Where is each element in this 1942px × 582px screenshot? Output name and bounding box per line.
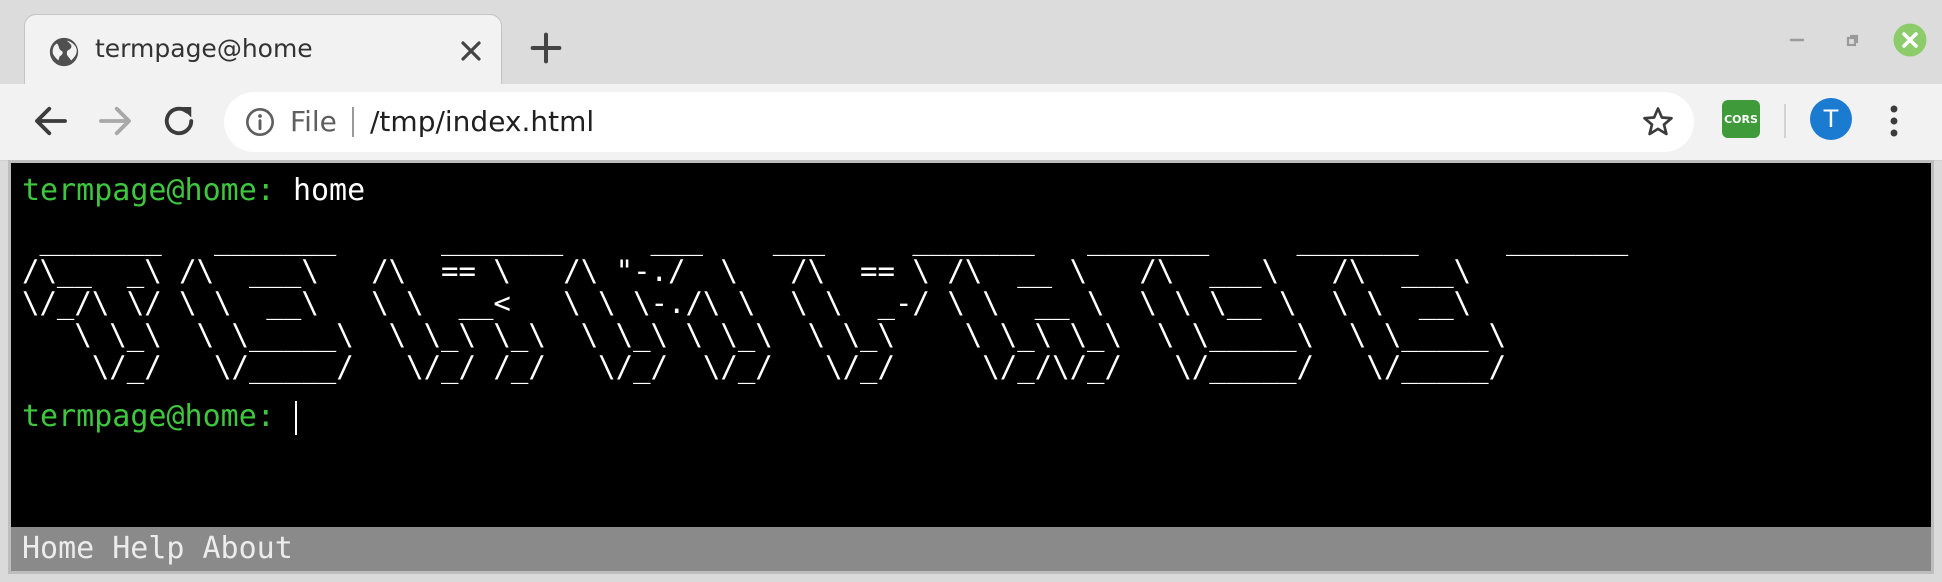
profile-avatar[interactable]: T	[1810, 98, 1852, 140]
close-icon[interactable]	[455, 35, 487, 67]
new-tab-plus-icon[interactable]	[526, 28, 566, 68]
reload-icon[interactable]	[158, 100, 200, 142]
browser-toolbar: File /tmp/index.html CORS T	[0, 84, 1942, 161]
cors-extension-label: CORS	[1724, 112, 1758, 126]
avatar-initial: T	[1823, 105, 1839, 133]
menu-kebab-icon[interactable]	[1876, 100, 1912, 142]
footer-nav: Home Help About	[11, 527, 1931, 571]
restore-icon[interactable]	[1838, 28, 1868, 52]
info-icon[interactable]	[244, 106, 276, 138]
address-bar[interactable]: File /tmp/index.html	[224, 92, 1694, 152]
input-line[interactable]: termpage@home:	[22, 397, 1931, 437]
history-line: termpage@home: home	[22, 171, 1931, 211]
prompt: termpage@home:	[22, 173, 275, 208]
url-text[interactable]: /tmp/index.html	[370, 104, 594, 140]
tab-strip: termpage@home	[0, 0, 1942, 86]
terminal[interactable]: termpage@home: home _______ _______ ____…	[22, 171, 1931, 437]
cors-extension-icon[interactable]: CORS	[1722, 100, 1760, 138]
tab-termpage[interactable]: termpage@home	[24, 14, 502, 86]
address-divider	[352, 107, 354, 137]
forward-arrow-icon[interactable]	[94, 100, 136, 142]
ascii-banner: _______ _______ _______ ___ ___ _______ …	[22, 222, 1629, 384]
tab-title: termpage@home	[95, 34, 313, 63]
bookmark-star-icon[interactable]	[1640, 104, 1676, 140]
back-arrow-icon[interactable]	[30, 100, 72, 142]
window-close-icon[interactable]	[1892, 22, 1928, 58]
page-viewport: termpage@home: home _______ _______ ____…	[8, 160, 1934, 574]
footer-link-home[interactable]: Home	[22, 531, 94, 566]
url-scheme: File	[290, 105, 337, 138]
history-command: home	[292, 173, 366, 208]
toolbar-divider	[1784, 104, 1786, 138]
prompt: termpage@home:	[22, 399, 275, 434]
footer-link-about[interactable]: About	[203, 531, 293, 566]
globe-icon	[49, 37, 79, 67]
footer-link-help[interactable]: Help	[112, 531, 184, 566]
text-cursor	[294, 400, 297, 435]
minimize-icon[interactable]	[1782, 28, 1812, 52]
